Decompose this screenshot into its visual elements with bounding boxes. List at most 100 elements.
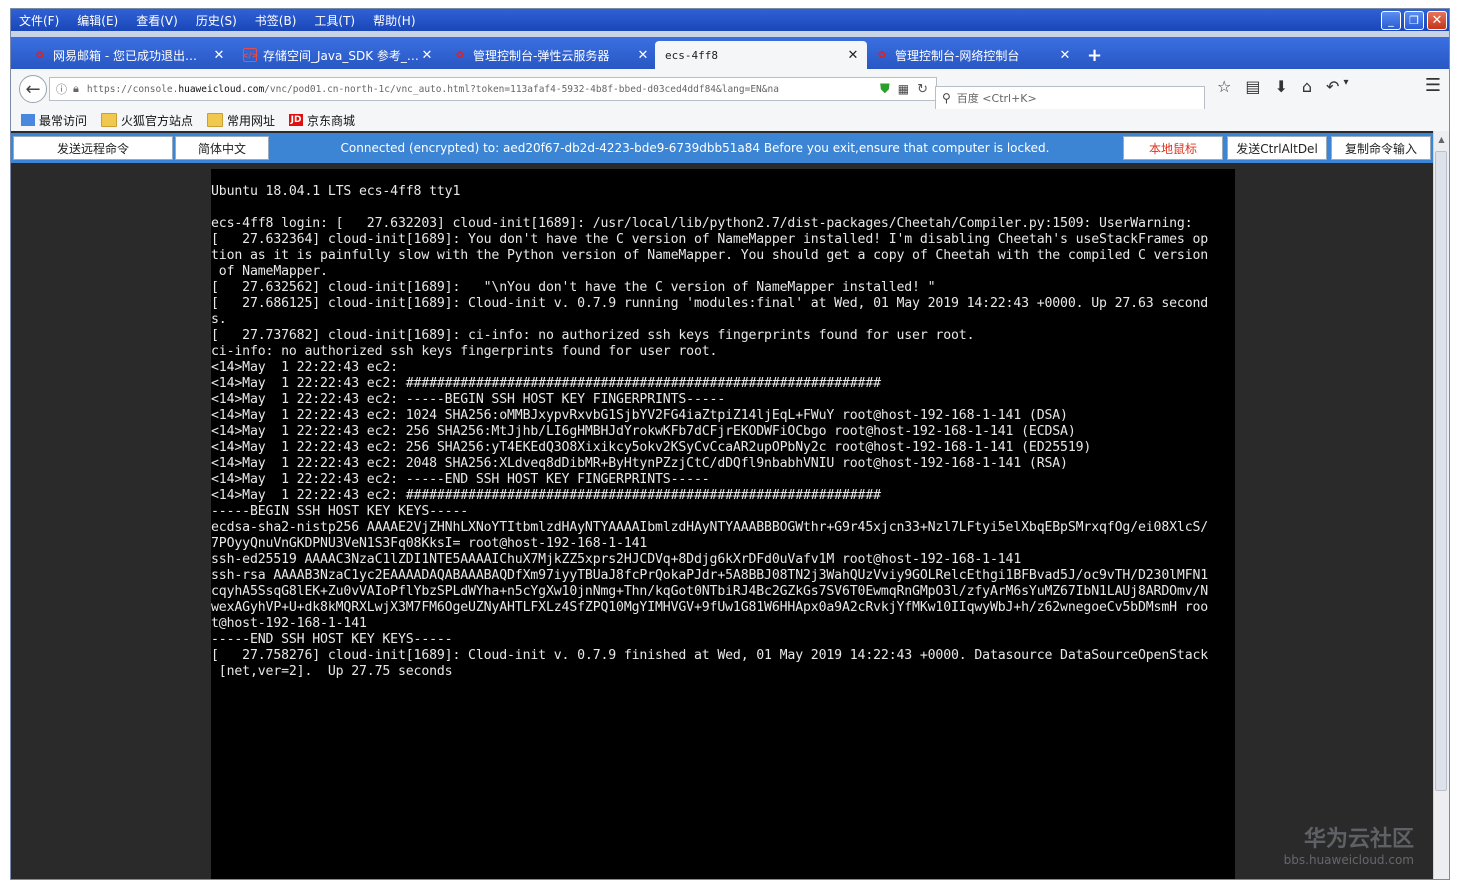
vnc-terminal-screen[interactable]: Ubuntu 18.04.1 LTS ecs-4ff8 tty1 ecs-4ff… [211, 169, 1235, 879]
watermark-en: bbs.huaweicloud.com [1283, 853, 1414, 867]
close-icon[interactable]: ✕ [1057, 48, 1073, 63]
terminal-line: tion as it is painfully slow with the Py… [211, 248, 1209, 263]
terminal-line: [ 27.686125] cloud-init[1689]: Cloud-ini… [211, 296, 1209, 311]
watermark: 华为云社区 bbs.huaweicloud.com [1284, 821, 1414, 867]
send-remote-command-button[interactable]: 发送远程命令 [13, 136, 173, 160]
terminal-line: ci-info: no authorized ssh keys fingerpr… [211, 344, 718, 359]
mail-icon: ✿ [35, 49, 45, 61]
copy-command-input-button[interactable]: 复制命令输入 [1331, 136, 1431, 160]
bookmark-label: 京东商城 [307, 113, 356, 128]
page-scrollbar[interactable]: ▲ [1433, 131, 1449, 879]
language-toggle-button[interactable]: 简体中文 [175, 136, 269, 160]
menu-file[interactable]: 文件(F) [19, 12, 59, 29]
most-visited-icon [21, 114, 35, 126]
url-text[interactable]: https://console.huaweicloud.com/vnc/pod0… [87, 84, 880, 95]
terminal-line: ssh-rsa AAAAB3NzaC1yc2EAAAADAQABAAABAQDf… [211, 568, 1209, 583]
bookmark-label: 常用网址 [227, 113, 276, 128]
terminal-line: cqyhA5SsqG8lEK+Zu0vVAIoPflYbzSPLdWYha+n5… [211, 584, 1209, 599]
bookmark-common-sites[interactable]: 常用网址 [207, 112, 275, 129]
tab-storage-sdk[interactable]: </> 存储空间_Java_SDK 参考_… ✕ [237, 41, 441, 69]
undo-icon[interactable]: ↶ [1326, 77, 1339, 96]
terminal-line: ssh-ed25519 AAAAC3NzaC1lZDI1NTE5AAAAIChu… [211, 552, 1022, 567]
connection-status: Connected (encrypted) to: aed20f67-db2d-… [340, 141, 1050, 155]
minimize-button[interactable]: _ [1381, 11, 1401, 30]
new-tab-button[interactable]: + [1087, 45, 1102, 66]
folder-icon [207, 113, 224, 127]
local-mouse-button[interactable]: 本地鼠标 [1123, 136, 1223, 160]
bookmark-jd[interactable]: JD 京东商城 [289, 112, 355, 129]
menu-bookmarks[interactable]: 书签(B) [255, 12, 297, 29]
tab-network-console[interactable]: ✿ 管理控制台-网络控制台 ✕ [869, 41, 1079, 69]
url-bar[interactable]: ⓘ 🔒︎ https://console.huaweicloud.com/vnc… [49, 77, 937, 101]
tab-netease-mail[interactable]: ✿ 网易邮箱 - 您已成功退出… ✕ [27, 41, 233, 69]
bookmarks-bar: 最常访问 火狐官方站点 常用网址 JD 京东商城 [11, 109, 1449, 131]
tab-label: 网易邮箱 - 您已成功退出… [53, 48, 197, 63]
menu-history[interactable]: 历史(S) [196, 12, 237, 29]
bookmark-star-icon[interactable]: ☆ [1217, 77, 1231, 96]
lock-icon: 🔒︎ [73, 82, 79, 95]
search-input[interactable]: ⚲ 百度 <Ctrl+K> [935, 86, 1205, 110]
menu-view[interactable]: 查看(V) [136, 12, 178, 29]
terminal-output: Ubuntu 18.04.1 LTS ecs-4ff8 tty1 ecs-4ff… [211, 169, 1235, 680]
maximize-button[interactable]: ❐ [1404, 11, 1424, 30]
bookmark-label: 最常访问 [39, 113, 88, 128]
tab-vnc-active[interactable]: ecs-4ff8 ✕ [655, 41, 867, 69]
terminal-line: s. [211, 312, 227, 327]
menu-bar: 文件(F) 编辑(E) 查看(V) 历史(S) 书签(B) 工具(T) 帮助(H… [11, 9, 1449, 31]
vnc-toolbar: 发送远程命令 简体中文 Connected (encrypted) to: ae… [11, 133, 1436, 163]
close-icon[interactable]: ✕ [845, 48, 861, 63]
chevron-down-icon[interactable]: ▾ [1343, 77, 1348, 96]
terminal-line: <14>May 1 22:22:43 ec2: ################… [211, 376, 881, 391]
bookmark-most-visited[interactable]: 最常访问 [21, 112, 87, 129]
qr-code-icon[interactable]: ▦ [898, 82, 909, 96]
tab-label: 存储空间_Java_SDK 参考_… [263, 48, 419, 63]
watermark-cn: 华为云社区 [1303, 827, 1414, 852]
terminal-line: [ 27.737682] cloud-init[1689]: ci-info: … [211, 328, 975, 343]
reading-list-icon[interactable]: ▤ [1245, 77, 1260, 96]
arrow-left-icon: ← [25, 78, 41, 100]
terminal-line: 7POyyQnuVnGKDPNU3VeN1S3Fq08KksI= root@ho… [211, 536, 648, 551]
terminal-line: <14>May 1 22:22:43 ec2: 1024 SHA256:oMMB… [211, 408, 1068, 423]
reload-icon[interactable]: ↻ [917, 82, 928, 97]
close-icon[interactable]: ✕ [419, 48, 435, 63]
scrollbar-thumb[interactable] [1435, 151, 1447, 791]
send-ctrl-alt-del-button[interactable]: 发送CtrlAltDel [1227, 136, 1327, 160]
jd-icon: JD [289, 114, 304, 126]
terminal-line: <14>May 1 22:22:43 ec2: 256 SHA256:MtJjh… [211, 424, 1076, 439]
vnc-page: 发送远程命令 简体中文 Connected (encrypted) to: ae… [11, 131, 1436, 879]
terminal-line: wexAGyhVP+U+dk8kMQRXLwjX3M7FM6OgeUZNyAHT… [211, 600, 1209, 615]
close-icon[interactable]: ✕ [635, 48, 651, 63]
terminal-line: <14>May 1 22:22:43 ec2: [211, 360, 398, 375]
home-icon[interactable]: ⌂ [1302, 77, 1312, 96]
tab-label: 管理控制台-网络控制台 [895, 48, 1020, 63]
terminal-line: -----END SSH HOST KEY KEYS----- [211, 632, 453, 647]
tab-label: 管理控制台-弹性云服务器 [473, 48, 610, 63]
shield-icon[interactable]: ⛊ [880, 82, 890, 97]
scroll-up-icon[interactable]: ▲ [1434, 131, 1449, 147]
toolbar-icons: ☆ ▤ ⬇ ⌂ ↶ ▾ [1217, 77, 1348, 96]
tab-ecs-console[interactable]: ✿ 管理控制台-弹性云服务器 ✕ [447, 41, 657, 69]
close-window-button[interactable]: ✕ [1427, 11, 1447, 30]
terminal-line: Ubuntu 18.04.1 LTS ecs-4ff8 tty1 [211, 184, 461, 199]
menu-edit[interactable]: 编辑(E) [77, 12, 118, 29]
download-icon[interactable]: ⬇ [1274, 77, 1287, 96]
bookmark-firefox-sites[interactable]: 火狐官方站点 [101, 112, 193, 129]
browser-window: 文件(F) 编辑(E) 查看(V) 历史(S) 书签(B) 工具(T) 帮助(H… [10, 8, 1450, 880]
menu-help[interactable]: 帮助(H) [373, 12, 415, 29]
close-icon[interactable]: ✕ [211, 48, 227, 63]
hamburger-menu-icon[interactable]: ☰ [1425, 75, 1441, 96]
huawei-icon: ✿ [877, 49, 887, 61]
terminal-line: t@host-192-168-1-141 [211, 616, 367, 631]
terminal-line: <14>May 1 22:22:43 ec2: -----END SSH HOS… [211, 472, 710, 487]
menu-tools[interactable]: 工具(T) [314, 12, 355, 29]
terminal-line: [ 27.758276] cloud-init[1689]: Cloud-ini… [211, 648, 1209, 663]
terminal-line: [ 27.632562] cloud-init[1689]: "\nYou do… [211, 280, 936, 295]
terminal-line: ecdsa-sha2-nistp256 AAAAE2VjZHNhLXNoYTIt… [211, 520, 1209, 535]
terminal-line: of NameMapper. [218, 264, 328, 279]
info-icon[interactable]: ⓘ [56, 81, 67, 97]
search-icon: ⚲ [942, 91, 951, 105]
tab-label: ecs-4ff8 [665, 48, 718, 62]
code-icon: </> [242, 48, 258, 62]
back-button[interactable]: ← [19, 75, 47, 103]
terminal-line: <14>May 1 22:22:43 ec2: -----BEGIN SSH H… [211, 392, 726, 407]
